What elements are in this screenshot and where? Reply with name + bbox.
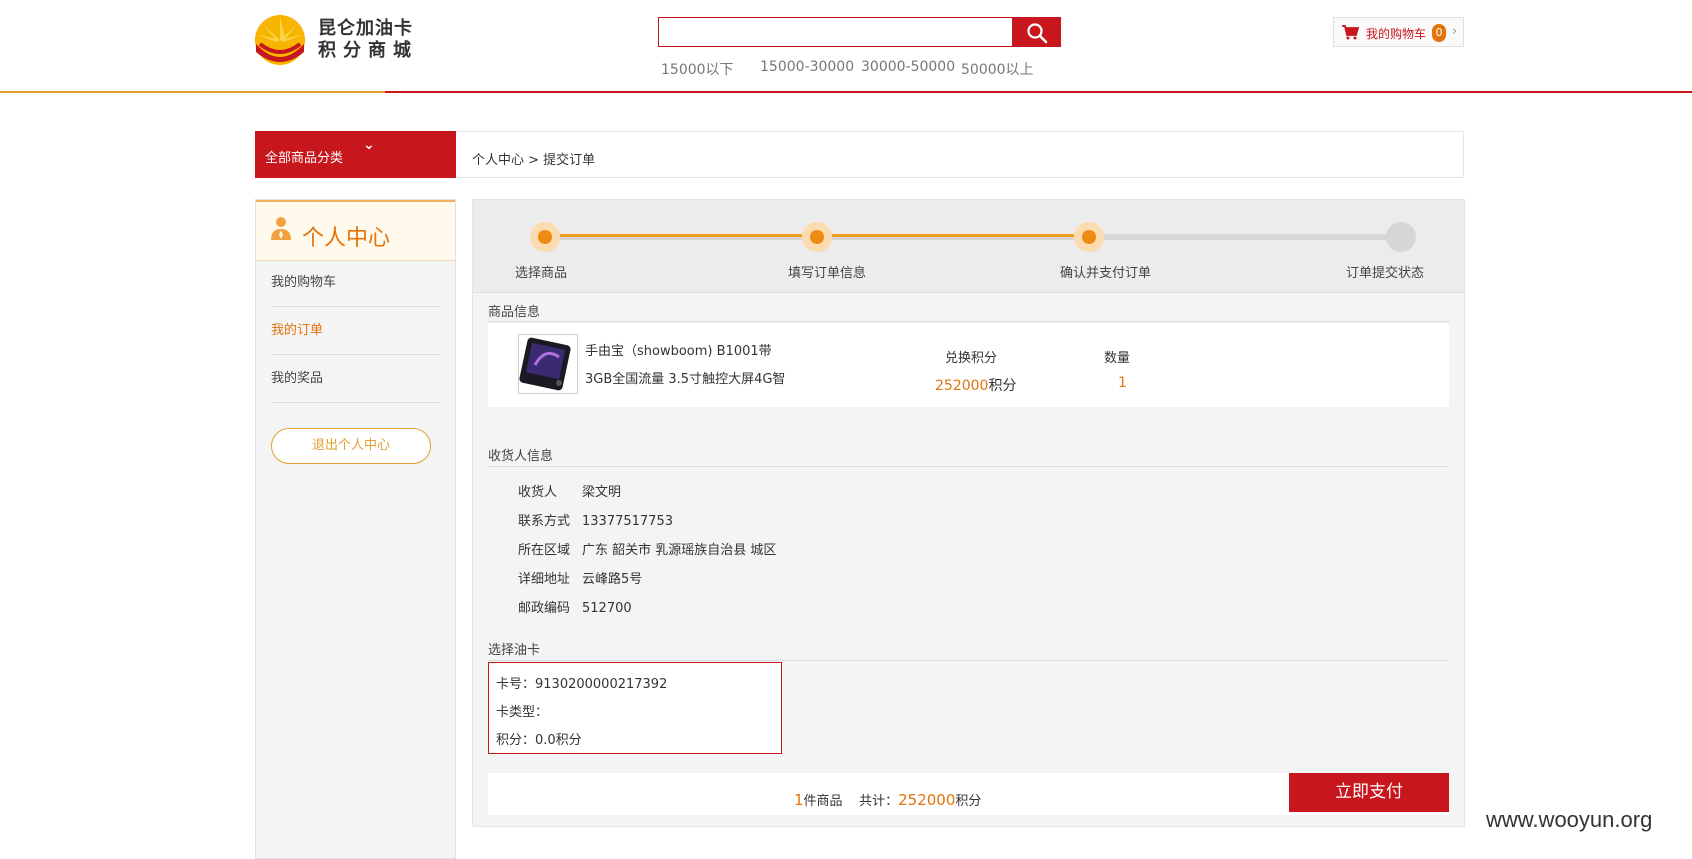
info-key: 邮政编码 bbox=[518, 601, 571, 616]
points-value: 252000积分 bbox=[935, 375, 1016, 395]
points-column-header: 兑换积分 bbox=[945, 351, 998, 366]
price-range-link[interactable]: 15000以下 bbox=[661, 59, 734, 79]
product-row: 手由宝（showboom) B1001带 3GB全国流量 3.5寸触控大屏4G智… bbox=[488, 323, 1449, 407]
chevron-down-icon: ⌄ bbox=[363, 137, 375, 153]
petrochina-logo-icon bbox=[255, 15, 305, 65]
total-unit: 积分 bbox=[955, 794, 982, 809]
order-summary-text: 1件商品 共计：252000积分 bbox=[794, 790, 981, 809]
sidebar-item-prizes[interactable]: 我的奖品 bbox=[271, 355, 441, 403]
cart-button[interactable]: 我的购物车 0 › bbox=[1333, 17, 1464, 47]
receiver-address-row: 详细地址 云峰路5号 bbox=[518, 568, 642, 587]
points-unit: 积分 bbox=[988, 378, 1017, 394]
product-name[interactable]: 手由宝（showboom) B1001带 3GB全国流量 3.5寸触控大屏4G智 bbox=[585, 338, 815, 394]
search-icon bbox=[1027, 23, 1048, 44]
receiver-phone-row: 联系方式 13377517753 bbox=[518, 510, 673, 529]
price-range-link[interactable]: 50000以上 bbox=[961, 59, 1034, 79]
sidebar-item-orders[interactable]: 我的订单 bbox=[271, 307, 441, 355]
logo-line1: 昆仑加油卡 bbox=[318, 18, 413, 39]
info-value: 云峰路5号 bbox=[582, 572, 643, 587]
step-dot-1 bbox=[530, 222, 560, 252]
info-value: 13377517753 bbox=[582, 514, 673, 529]
info-key: 联系方式 bbox=[518, 514, 571, 529]
personal-center-sidebar: 个人中心 我的购物车 我的订单 我的奖品 退出个人中心 bbox=[255, 199, 456, 859]
step-label-3: 确认并支付订单 bbox=[1060, 266, 1152, 281]
info-value: 512700 bbox=[582, 601, 632, 616]
receiver-name-row: 收货人 梁文明 bbox=[518, 481, 621, 500]
receiver-postcode-row: 邮政编码 512700 bbox=[518, 597, 632, 616]
cart-count-badge: 0 bbox=[1432, 24, 1446, 42]
all-categories-button[interactable]: 全部商品分类 ⌄ bbox=[255, 131, 456, 178]
step-dot-4 bbox=[1386, 222, 1416, 252]
sidebar-title: 个人中心 bbox=[302, 226, 391, 251]
receiver-section-title: 收货人信息 bbox=[488, 449, 554, 464]
info-key: 收货人 bbox=[518, 485, 558, 500]
cart-icon bbox=[1342, 25, 1359, 40]
total-label: 共计： bbox=[859, 794, 899, 809]
card-type: 卡类型： bbox=[496, 705, 549, 720]
product-name-line1: 手由宝（showboom) B1001带 bbox=[585, 344, 772, 359]
info-key: 详细地址 bbox=[518, 572, 571, 587]
person-icon bbox=[271, 217, 291, 240]
logo-line2: 积分商城 bbox=[318, 40, 418, 61]
card-number: 卡号：9130200000217392 bbox=[496, 677, 668, 692]
logo-text: 昆仑加油卡 积分商城 bbox=[318, 18, 418, 62]
product-section-title: 商品信息 bbox=[488, 305, 541, 320]
card-section-title: 选择油卡 bbox=[488, 643, 541, 658]
item-count: 1 bbox=[794, 791, 804, 809]
search-button[interactable] bbox=[1012, 17, 1061, 47]
search-input[interactable] bbox=[658, 17, 1012, 47]
step-label-2: 填写订单信息 bbox=[788, 266, 867, 281]
site-logo[interactable]: 昆仑加油卡 积分商城 bbox=[254, 14, 434, 68]
section-divider bbox=[488, 321, 1449, 322]
chevron-right-icon: › bbox=[1452, 24, 1458, 39]
receiver-region-row: 所在区域 广东 韶关市 乳源瑶族自治县 城区 bbox=[518, 539, 776, 558]
watermark: www.wooyun.org bbox=[1486, 807, 1653, 832]
section-divider bbox=[488, 466, 1449, 467]
logout-button[interactable]: 退出个人中心 bbox=[271, 428, 431, 464]
sidebar-item-cart[interactable]: 我的购物车 bbox=[271, 259, 441, 307]
total-points: 252000 bbox=[898, 791, 956, 809]
info-key: 所在区域 bbox=[518, 543, 571, 558]
points-number: 252000 bbox=[935, 378, 989, 394]
all-categories-label: 全部商品分类 bbox=[265, 151, 344, 166]
section-divider bbox=[488, 660, 1449, 661]
card-points: 积分：0.0积分 bbox=[496, 733, 582, 748]
price-range-link[interactable]: 15000-30000 bbox=[760, 59, 854, 75]
site-header: 昆仑加油卡 积分商城 15000以下 15000-30000 30000-500… bbox=[0, 0, 1692, 94]
order-panel: 选择商品 填写订单信息 确认并支付订单 订单提交状态 商品信息 手由宝（show… bbox=[472, 199, 1465, 827]
step-label-4: 订单提交状态 bbox=[1346, 266, 1425, 281]
cart-label: 我的购物车 bbox=[1366, 27, 1427, 41]
price-range-link[interactable]: 30000-50000 bbox=[861, 59, 955, 75]
header-divider bbox=[0, 91, 1692, 93]
pay-now-button[interactable]: 立即支付 bbox=[1289, 773, 1449, 812]
step-label-1: 选择商品 bbox=[515, 266, 568, 281]
info-value: 广东 韶关市 乳源瑶族自治县 城区 bbox=[582, 543, 777, 558]
oil-card-option[interactable]: 卡号：9130200000217392 卡类型： 积分：0.0积分 bbox=[488, 662, 782, 754]
qty-value: 1 bbox=[1118, 375, 1127, 391]
info-value: 梁文明 bbox=[582, 485, 622, 500]
breadcrumb: 个人中心 > 提交订单 bbox=[456, 131, 1464, 178]
breadcrumb-text: 个人中心 > 提交订单 bbox=[472, 153, 596, 168]
item-count-label: 件商品 bbox=[803, 794, 843, 809]
order-progress-steps: 选择商品 填写订单信息 确认并支付订单 订单提交状态 bbox=[473, 200, 1464, 293]
phone-product-image-icon bbox=[519, 337, 571, 391]
sidebar-header: 个人中心 bbox=[256, 200, 455, 261]
step-dot-2 bbox=[802, 222, 832, 252]
step-dot-3 bbox=[1074, 222, 1104, 252]
product-name-line2: 3GB全国流量 3.5寸触控大屏4G智 bbox=[585, 372, 786, 387]
qty-column-header: 数量 bbox=[1104, 351, 1131, 366]
product-thumbnail[interactable] bbox=[518, 334, 578, 394]
